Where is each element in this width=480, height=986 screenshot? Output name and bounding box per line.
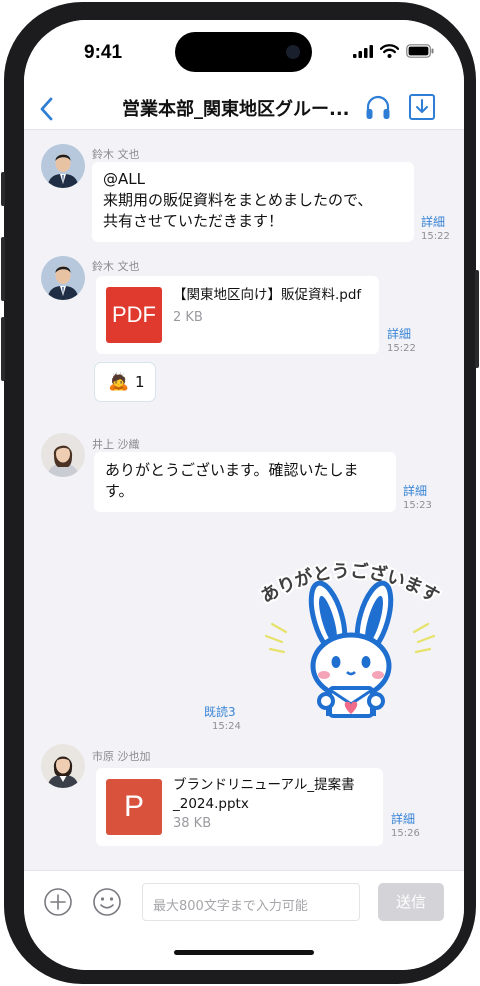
home-indicator (174, 950, 314, 955)
rabbit-sticker-icon: ありがとうございます (255, 558, 445, 718)
detail-link[interactable]: 詳細 (421, 213, 445, 230)
pptx-file-icon: P (106, 779, 162, 835)
svg-text:ありがとうございます: ありがとうございます (257, 560, 442, 608)
file-size: 2 KB (173, 310, 203, 325)
file-name: 【関東地区向け】販促資料.pdf (173, 287, 362, 303)
detail-link[interactable]: 詳細 (403, 482, 427, 499)
file-attachment-pptx[interactable]: P ブランドリニューアル_提案書 _2024.pptx 38 KB (96, 768, 383, 846)
status-bar: 9:41 (24, 20, 464, 90)
status-time: 9:41 (84, 42, 123, 63)
sticker[interactable]: ありがとうございます (250, 554, 450, 720)
message-line: @ALL (103, 170, 145, 188)
sender-name: 井上 沙織 (92, 438, 140, 451)
message-time: 15:22 (387, 343, 416, 354)
chat-title: 営業本部_関東地区グルー... (122, 99, 350, 120)
file-attachment-pdf[interactable]: PDF 【関東地区向け】販促資料.pdf 2 KB (96, 276, 379, 354)
input-bar: 最大800文字まで入力可能 送信 (24, 870, 464, 970)
dynamic-island (175, 32, 312, 72)
sender-name: 鈴木 文也 (92, 148, 140, 161)
avatar[interactable] (41, 144, 85, 188)
avatar[interactable] (41, 256, 85, 300)
wifi-icon (380, 44, 399, 58)
message-line: す。 (105, 482, 134, 500)
avatar[interactable] (41, 744, 85, 788)
sticker-text: ありがとうございます (255, 558, 444, 610)
plus-circle-icon[interactable] (43, 887, 73, 917)
avatar[interactable] (41, 433, 85, 477)
avatar-man-icon (41, 144, 85, 188)
message-bubble[interactable]: @ALL 来期用の販促資料をまとめましたので、 共有させていただきます！ (92, 162, 414, 242)
message-time: 15:23 (403, 500, 432, 511)
sender-name: 鈴木 文也 (92, 260, 140, 273)
message-input[interactable]: 最大800文字まで入力可能 (142, 883, 360, 921)
send-button[interactable]: 送信 (378, 883, 444, 921)
camera-icon (286, 45, 300, 59)
message-line: ありがとうございます。確認いたしま (105, 461, 359, 479)
headphones-icon[interactable] (364, 92, 392, 122)
reaction-count: 1 (135, 373, 145, 391)
read-receipt[interactable]: 既読3 (204, 703, 236, 720)
chat-header: 営業本部_関東地区グルー... (24, 90, 464, 130)
sender-name: 市原 沙也加 (92, 750, 151, 763)
pdf-file-icon: PDF (106, 287, 162, 343)
reaction-badge[interactable]: 🙇 1 (94, 362, 156, 402)
bowing-emoji-icon: 🙇 (108, 372, 130, 392)
battery-icon (406, 44, 434, 58)
detail-link[interactable]: 詳細 (387, 325, 411, 342)
download-icon[interactable] (408, 93, 436, 121)
message-time: 15:24 (212, 721, 241, 732)
phone-frame: 9:41 営業本部_関東地区グルー... 鈴木 文也 @ALL 来期用の販促資料… (1, 2, 479, 984)
detail-link[interactable]: 詳細 (391, 810, 415, 827)
avatar-woman-icon (41, 433, 85, 477)
file-name-line: ブランドリニューアル_提案書 (173, 777, 355, 793)
chat-area[interactable]: 鈴木 文也 @ALL 来期用の販促資料をまとめましたので、 共有させていただきま… (24, 130, 464, 870)
back-chevron-icon[interactable] (34, 94, 60, 124)
message-line: 共有させていただきます！ (103, 212, 284, 230)
power-button (475, 270, 479, 368)
avatar-woman-icon (41, 744, 85, 788)
message-time: 15:26 (391, 828, 420, 839)
volume-up-button (1, 237, 5, 301)
cellular-signal-icon (353, 44, 373, 58)
action-button (1, 172, 5, 206)
message-bubble[interactable]: ありがとうございます。確認いたしま す。 (94, 452, 396, 512)
volume-down-button (1, 317, 5, 381)
avatar-man-icon (41, 256, 85, 300)
message-line: 来期用の販促資料をまとめましたので、 (103, 191, 373, 209)
emoji-icon[interactable] (92, 887, 122, 917)
screen: 9:41 営業本部_関東地区グルー... 鈴木 文也 @ALL 来期用の販促資料… (24, 20, 464, 970)
message-time: 15:22 (421, 231, 450, 242)
file-size: 38 KB (173, 816, 212, 831)
status-icons (353, 44, 434, 58)
file-name-line: _2024.pptx (173, 796, 249, 812)
